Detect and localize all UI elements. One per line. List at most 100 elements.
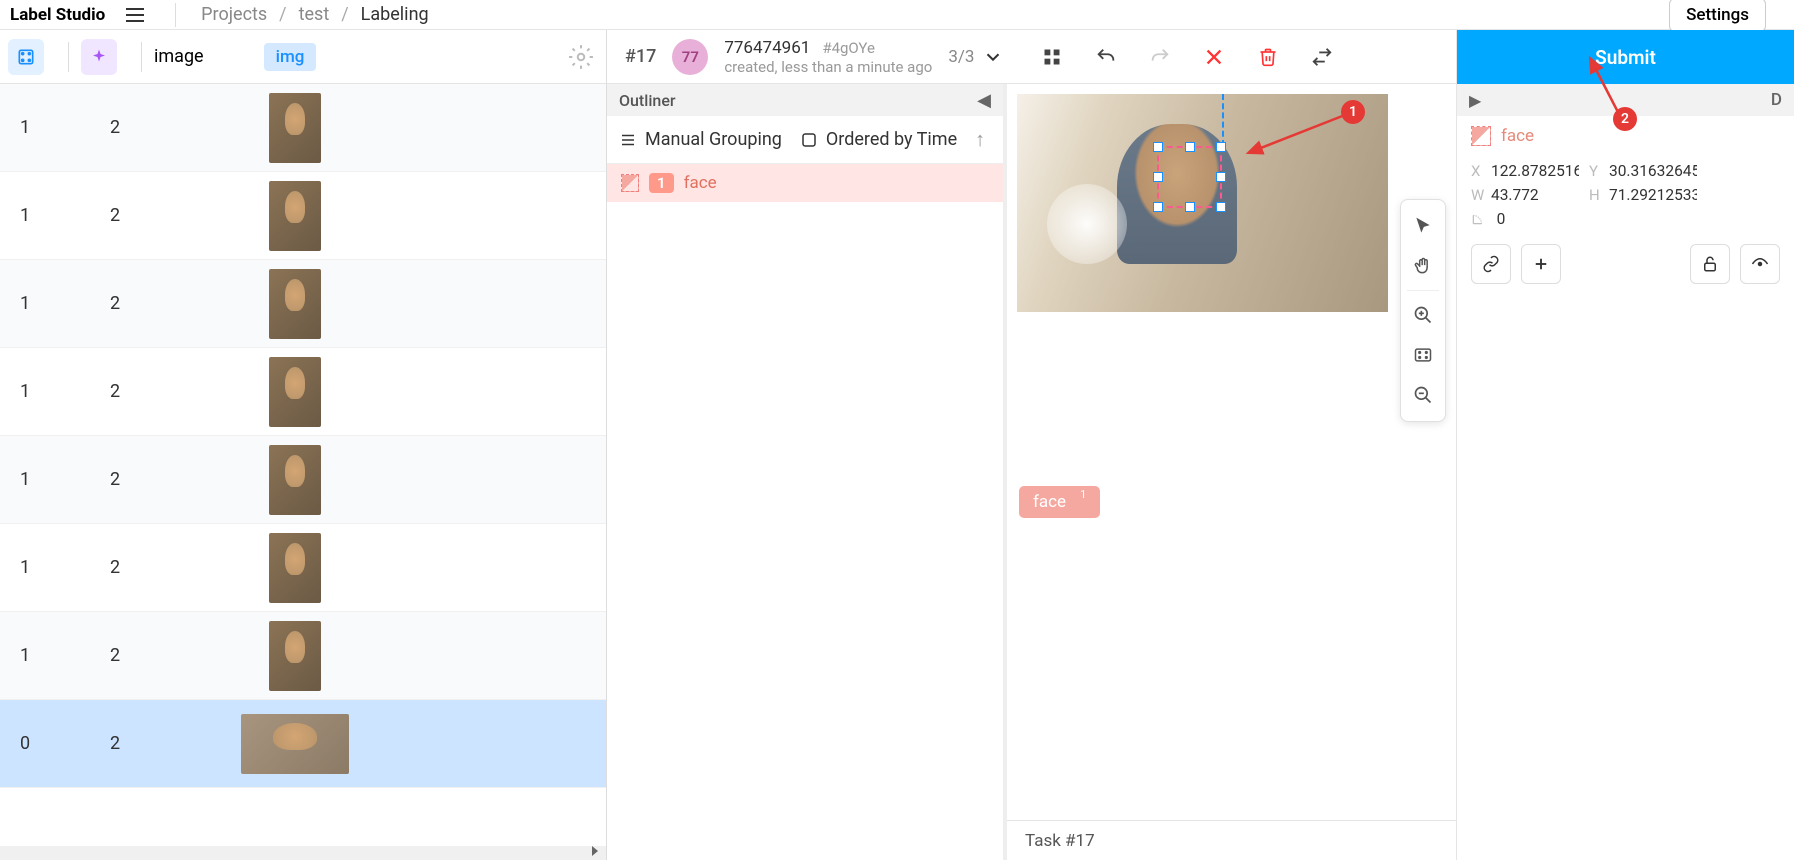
task-id: #17 — [625, 46, 656, 67]
coord-w-value[interactable]: 43.772 — [1491, 186, 1579, 204]
label-pill-face[interactable]: face 1 — [1019, 486, 1100, 518]
row-thumbnail — [220, 93, 370, 163]
coord-y-value[interactable]: 30.31632645 — [1609, 162, 1697, 180]
tasklist-panel: image img 1212121212121202 — [0, 30, 607, 860]
breadcrumb-projects[interactable]: Projects — [201, 4, 267, 25]
grouping-label: Manual Grouping — [645, 129, 782, 150]
row-thumbnail — [220, 181, 370, 251]
hand-tool-icon[interactable] — [1401, 246, 1445, 286]
filter-sparkle-icon[interactable] — [81, 39, 117, 75]
center-topbar: #17 77 776474961 #4gOYe created, less th… — [607, 30, 1456, 84]
canvas-area: face 1 Task #17 — [1007, 84, 1456, 860]
bbox-handle[interactable] — [1153, 172, 1163, 182]
gear-icon[interactable] — [568, 44, 594, 70]
zoom-fit-icon[interactable] — [1401, 335, 1445, 375]
sort-arrow-up-icon[interactable]: ↑ — [975, 127, 985, 152]
bbox-handle[interactable] — [1185, 202, 1195, 212]
coordinates-panel: X122.8782516 Y30.31632645 W43.772 H71.29… — [1457, 156, 1794, 228]
submit-button[interactable]: Submit — [1457, 30, 1794, 84]
task-meta: 776474961 #4gOYe created, less than a mi… — [724, 38, 932, 76]
filter-regions-icon[interactable] — [8, 39, 44, 75]
coord-y-label: Y — [1589, 162, 1609, 180]
expand-right-icon[interactable]: ▶ — [1469, 91, 1481, 110]
details-tab[interactable]: D — [1771, 90, 1782, 110]
bbox-handle[interactable] — [1216, 202, 1226, 212]
bbox-handle[interactable] — [1216, 172, 1226, 182]
row-thumbnail — [220, 269, 370, 339]
main-layout: image img 1212121212121202 #17 77 776474… — [0, 30, 1794, 860]
bbox-handle[interactable] — [1185, 142, 1195, 152]
region-type-icon — [1471, 126, 1491, 146]
tasklist-col-img-tag[interactable]: img — [264, 43, 317, 71]
breadcrumb-test[interactable]: test — [299, 4, 330, 25]
task-row[interactable]: 12 — [0, 348, 606, 436]
chevron-down-icon[interactable] — [982, 46, 1004, 68]
canvas-image[interactable] — [1017, 94, 1388, 312]
center-panel: #17 77 776474961 #4gOYe created, less th… — [607, 30, 1456, 860]
row-predictions-count: 2 — [110, 205, 220, 226]
settings-button[interactable]: Settings — [1669, 0, 1766, 32]
coord-h-label: H — [1589, 186, 1609, 204]
task-row[interactable]: 12 — [0, 436, 606, 524]
row-annotations-count: 1 — [20, 205, 110, 226]
visibility-icon[interactable] — [1740, 244, 1780, 284]
redo-icon[interactable] — [1148, 45, 1172, 69]
task-row[interactable]: 12 — [0, 84, 606, 172]
annotation-number: 776474961 — [724, 38, 810, 58]
grid-view-icon[interactable] — [1040, 45, 1064, 69]
tasklist-col-image[interactable]: image — [154, 46, 204, 67]
tasklist-header: image img — [0, 30, 606, 84]
bbox-handle[interactable] — [1153, 202, 1163, 212]
zoom-in-icon[interactable] — [1401, 295, 1445, 335]
horizontal-scrollbar[interactable] — [0, 846, 606, 860]
region-label: face — [684, 173, 717, 193]
grouping-selector[interactable]: Manual Grouping — [619, 129, 782, 150]
task-row[interactable]: 12 — [0, 524, 606, 612]
region-label-text: face — [1501, 126, 1534, 146]
breadcrumb: Projects / test / Labeling — [201, 4, 428, 25]
rightpanel-header: ▶ D — [1457, 84, 1794, 116]
user-avatar[interactable]: 77 — [672, 39, 708, 75]
collapse-left-icon[interactable]: ◀ — [977, 90, 991, 111]
row-annotations-count: 1 — [20, 645, 110, 666]
row-thumbnail — [220, 357, 370, 427]
row-annotations-count: 1 — [20, 557, 110, 578]
task-row[interactable]: 12 — [0, 612, 606, 700]
zoom-out-icon[interactable] — [1401, 375, 1445, 415]
bounding-box[interactable] — [1157, 146, 1222, 208]
row-predictions-count: 2 — [110, 557, 220, 578]
lock-icon[interactable] — [1690, 244, 1730, 284]
row-predictions-count: 2 — [110, 733, 220, 754]
app-logo: Label Studio — [10, 5, 105, 25]
outliner-region-row[interactable]: 1 face — [607, 164, 1003, 202]
plus-icon[interactable] — [1521, 244, 1561, 284]
pointer-tool-icon[interactable] — [1401, 206, 1445, 246]
ordering-selector[interactable]: Ordered by Time — [800, 129, 957, 150]
task-row[interactable]: 12 — [0, 172, 606, 260]
divider — [141, 42, 142, 72]
link-icon[interactable] — [1471, 244, 1511, 284]
coord-h-value[interactable]: 71.29212533 — [1609, 186, 1697, 204]
task-row[interactable]: 12 — [0, 260, 606, 348]
trash-icon[interactable] — [1256, 45, 1280, 69]
rotation-icon — [1471, 212, 1491, 226]
bbox-handle[interactable] — [1153, 142, 1163, 152]
row-predictions-count: 2 — [110, 117, 220, 138]
hamburger-menu[interactable] — [120, 0, 150, 30]
label-pill-text: face — [1033, 492, 1066, 512]
row-thumbnail — [220, 533, 370, 603]
breadcrumb-labeling[interactable]: Labeling — [361, 4, 429, 25]
undo-icon[interactable] — [1094, 45, 1118, 69]
bbox-handle[interactable] — [1216, 142, 1226, 152]
coord-x-label: X — [1471, 162, 1491, 180]
footer-task-id: Task #17 — [1025, 831, 1095, 851]
coord-rot-value[interactable]: 0 — [1497, 210, 1583, 228]
pager-text: 3/3 — [948, 47, 974, 67]
topbar-left: Label Studio Projects / test / Labeling — [10, 0, 429, 30]
row-thumbnail — [220, 445, 370, 515]
task-row[interactable]: 02 — [0, 700, 606, 788]
close-icon[interactable] — [1202, 45, 1226, 69]
coord-x-value[interactable]: 122.8782516 — [1491, 162, 1579, 180]
swap-icon[interactable] — [1310, 45, 1334, 69]
outliner-controls: Manual Grouping Ordered by Time ↑ — [607, 116, 1003, 164]
